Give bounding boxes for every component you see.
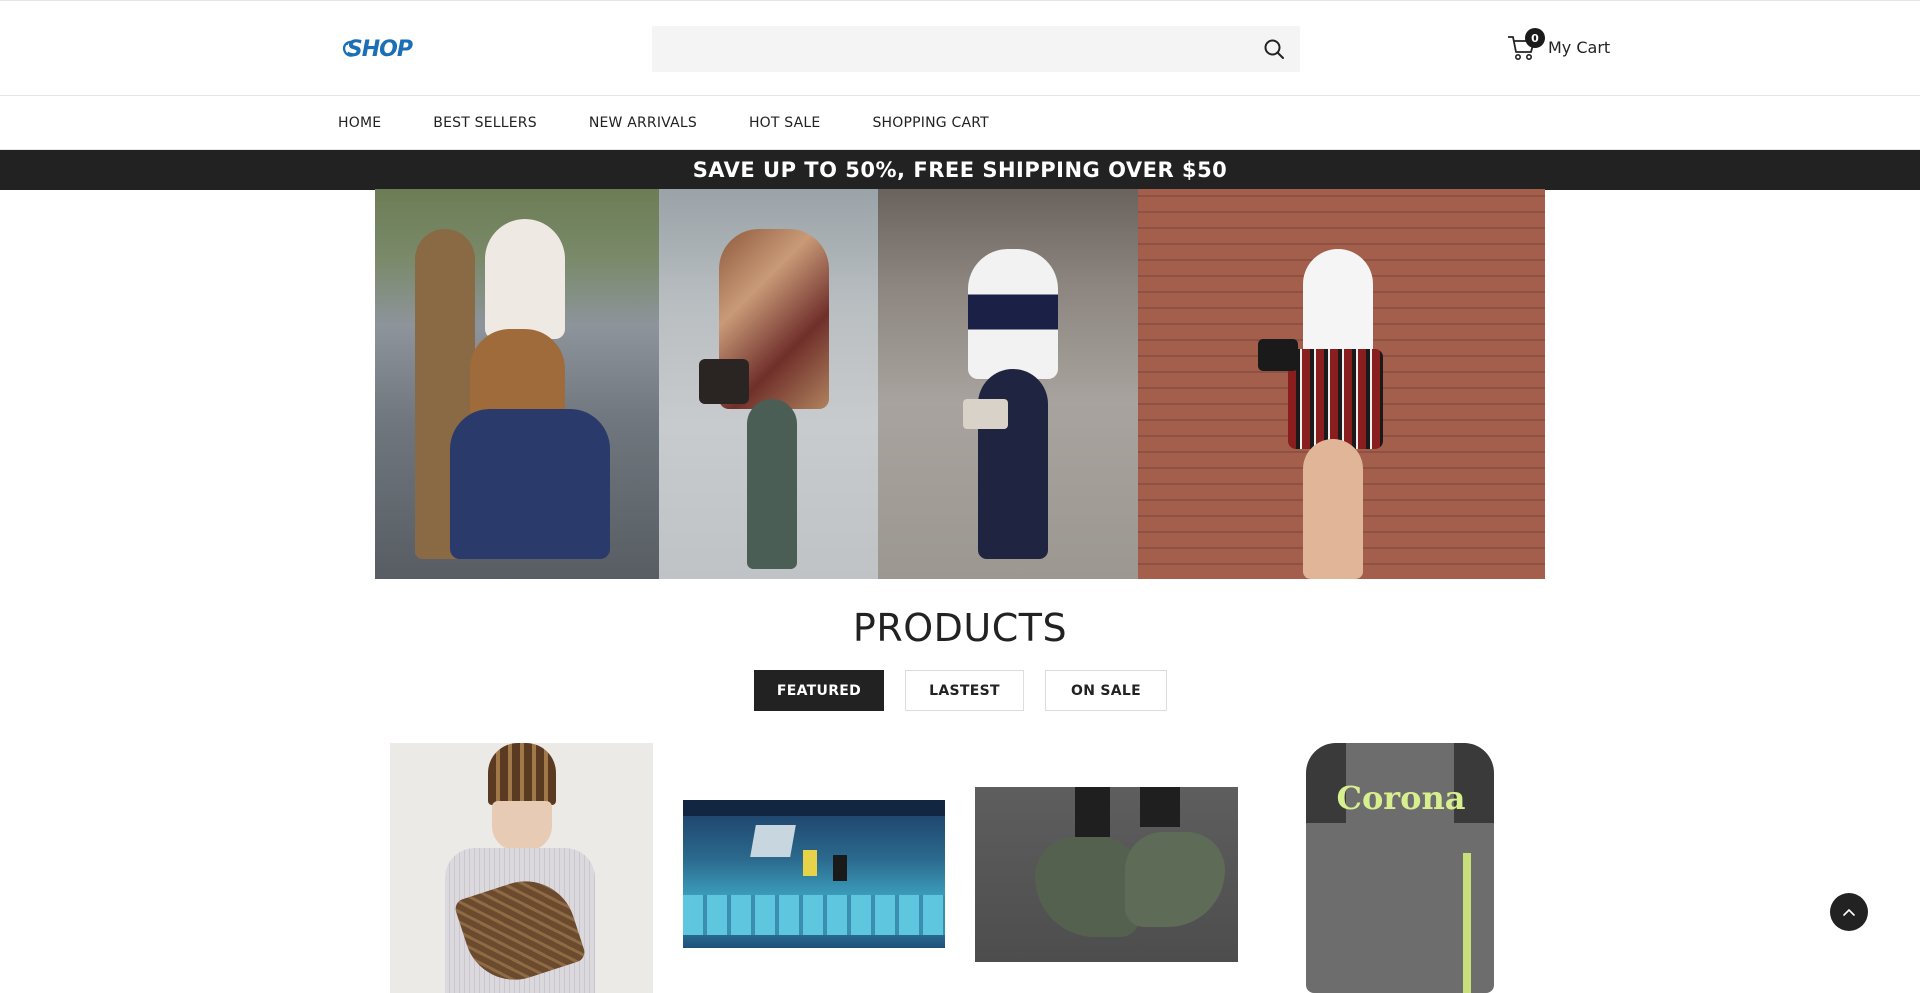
hero-banner[interactable] (375, 189, 1545, 579)
promo-banner: SAVE UP TO 50%, FREE SHIPPING OVER $50 (0, 150, 1920, 190)
tab-lastest[interactable]: LASTEST (905, 670, 1024, 711)
scroll-to-top-button[interactable] (1830, 893, 1868, 931)
cart-label: My Cart (1548, 37, 1611, 57)
hero-photo-plaid-poncho (659, 189, 878, 579)
product-image-lego-game[interactable] (683, 800, 945, 948)
product-image-beanie-bag[interactable] (390, 743, 653, 993)
nav-item-hot-sale[interactable]: HOT SALE (749, 115, 821, 131)
product-image-green-sneakers[interactable] (975, 787, 1238, 962)
product-tabs: FEATURED LASTEST ON SALE (754, 670, 1188, 711)
logo-mark-icon (342, 40, 356, 57)
nav-item-shopping-cart[interactable]: SHOPPING CART (872, 115, 988, 131)
my-cart-button[interactable]: 0 My Cart (1506, 27, 1610, 67)
hero-photo-street-duo (375, 189, 659, 579)
cart-icon-wrapper: 0 (1506, 28, 1545, 63)
nav-item-best-sellers[interactable]: BEST SELLERS (433, 115, 537, 131)
chevron-up-icon (1843, 908, 1855, 916)
products-heading: PRODUCTS (852, 606, 1068, 650)
search-icon[interactable] (1262, 37, 1286, 61)
search-bar (652, 26, 1300, 72)
shop-logo[interactable]: SHOP (342, 31, 413, 67)
jersey-print-text: Corona (1336, 779, 1466, 817)
hero-photo-plaid-skirt (1138, 189, 1545, 579)
nav-item-home[interactable]: HOME (338, 115, 381, 131)
main-nav: HOME BEST SELLERS NEW ARRIVALS HOT SALE … (0, 96, 1920, 150)
product-image-corona-jersey[interactable]: Corona (1268, 743, 1531, 993)
tab-on-sale[interactable]: ON SALE (1045, 670, 1167, 711)
search-input[interactable] (652, 26, 1300, 72)
cart-count-badge: 0 (1525, 28, 1545, 48)
tab-featured[interactable]: FEATURED (754, 670, 884, 711)
nav-item-new-arrivals[interactable]: NEW ARRIVALS (589, 115, 697, 131)
top-header: SHOP 0 My Cart (0, 0, 1920, 96)
hero-photo-striped-tee (878, 189, 1138, 579)
